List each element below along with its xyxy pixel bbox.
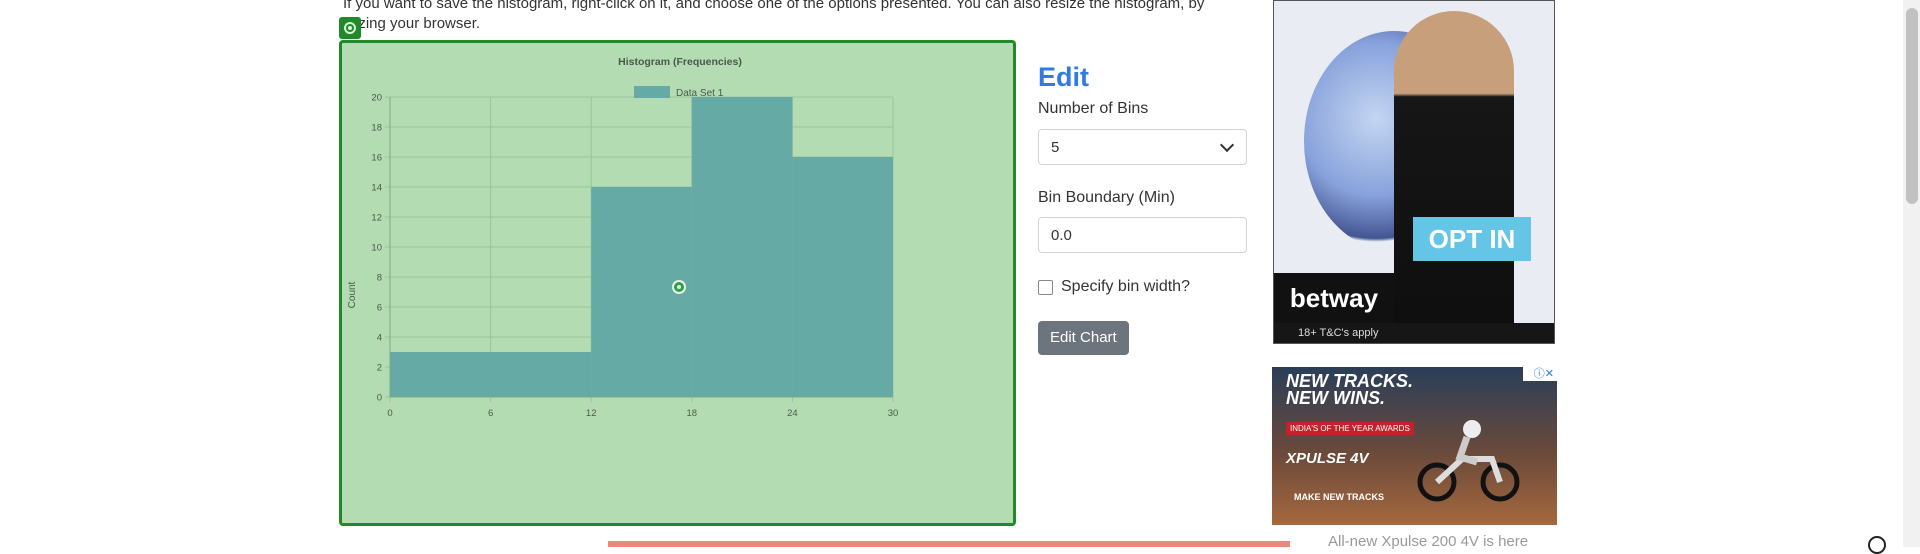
bottom-ad-text: All-new Xpulse 200 4V is here — [1328, 533, 1529, 550]
y-tick-label: 12 — [371, 213, 382, 224]
boundary-input-value: 0.0 — [1051, 227, 1072, 244]
x-tick-label: 18 — [687, 408, 698, 419]
ad-presenter-image — [1394, 11, 1514, 341]
histogram-bar — [691, 97, 793, 397]
y-tick-label: 20 — [371, 93, 382, 104]
xpulse-ad[interactable]: NEW TRACKS. NEW WINS. INDIA'S OF THE YEA… — [1272, 367, 1557, 525]
bins-label: Number of Bins — [1038, 100, 1149, 117]
x-tick-label: 12 — [586, 408, 597, 419]
legend-swatch — [634, 86, 670, 98]
intro-line-1: If you want to save the histogram, right… — [343, 0, 1205, 12]
bottom-ad-banner[interactable] — [608, 541, 1290, 547]
y-tick-label: 10 — [371, 243, 382, 254]
histogram-bar — [490, 352, 592, 397]
boundary-label: Bin Boundary (Min) — [1038, 189, 1175, 206]
bin-width-row: Specify bin width? — [1038, 278, 1190, 296]
x-tick-label: 0 — [387, 408, 392, 419]
ad-opt-in-button[interactable]: OPT IN — [1413, 217, 1531, 261]
bin-width-checkbox[interactable] — [1038, 279, 1053, 295]
ad2-headline: NEW TRACKS. NEW WINS. — [1286, 371, 1413, 408]
x-tick-label: 6 — [488, 408, 493, 419]
intro-text: If you want to save the histogram, right… — [343, 0, 1243, 32]
y-tick-label: 2 — [377, 363, 382, 374]
y-tick-label: 18 — [371, 123, 382, 134]
bins-select-value: 5 — [1051, 139, 1060, 156]
chart-title: Histogram (Frequencies) — [618, 56, 742, 68]
hover-marker[interactable] — [672, 280, 686, 294]
ad-close-icon[interactable]: ⓘ✕ — [1523, 367, 1557, 381]
ad2-cta: MAKE NEW TRACKS — [1294, 492, 1384, 502]
y-tick-label: 14 — [371, 183, 382, 194]
bins-select[interactable]: 5 — [1038, 129, 1247, 165]
legend-label: Data Set 1 — [676, 88, 724, 99]
y-tick-label: 4 — [377, 333, 382, 344]
histogram-chart[interactable]: 0 2 4 6 8 10 12 14 16 18 20 0 6 12 18 24 30 Histogram (F… — [339, 40, 1016, 526]
bin-width-label[interactable]: Specify bin width? — [1061, 278, 1190, 296]
boundary-input[interactable]: 0.0 — [1038, 217, 1247, 253]
x-tick-label: 30 — [888, 408, 899, 419]
target-icon[interactable] — [339, 17, 361, 39]
histogram-bar — [390, 352, 491, 397]
feedback-icon[interactable] — [1868, 536, 1886, 554]
edit-chart-button[interactable]: Edit Chart — [1038, 321, 1129, 355]
ad-terms: 18+ T&C's apply — [1274, 323, 1554, 343]
betway-logo: betway — [1274, 273, 1394, 323]
intro-line-2: izing your browser. — [355, 15, 481, 32]
betway-ad[interactable]: OPT IN betway 18+ T&C's apply — [1273, 0, 1555, 344]
motorcycle-image — [1417, 420, 1520, 502]
y-tick-label: 0 — [377, 393, 382, 404]
scrollbar[interactable] — [1903, 0, 1920, 547]
ad2-model-logo: XPULSE 4V — [1286, 450, 1369, 467]
y-tick-label: 8 — [377, 273, 382, 284]
edit-panel: Edit Number of Bins 5 Bin Boundary (Min)… — [1038, 60, 1248, 355]
chevron-down-icon — [1219, 137, 1235, 153]
histogram-bar — [792, 157, 893, 397]
ad2-tag: INDIA'S OF THE YEAR AWARDS — [1286, 422, 1414, 435]
y-tick-label: 6 — [377, 303, 382, 314]
y-axis-label: Count — [347, 281, 358, 308]
x-tick-label: 24 — [787, 408, 798, 419]
y-tick-label: 16 — [371, 153, 382, 164]
scroll-thumb[interactable] — [1906, 8, 1918, 204]
edit-title: Edit — [1038, 62, 1089, 92]
histogram-svg: 024681012141618200 6 12 18 24 30 Histogram (F… — [347, 56, 899, 419]
